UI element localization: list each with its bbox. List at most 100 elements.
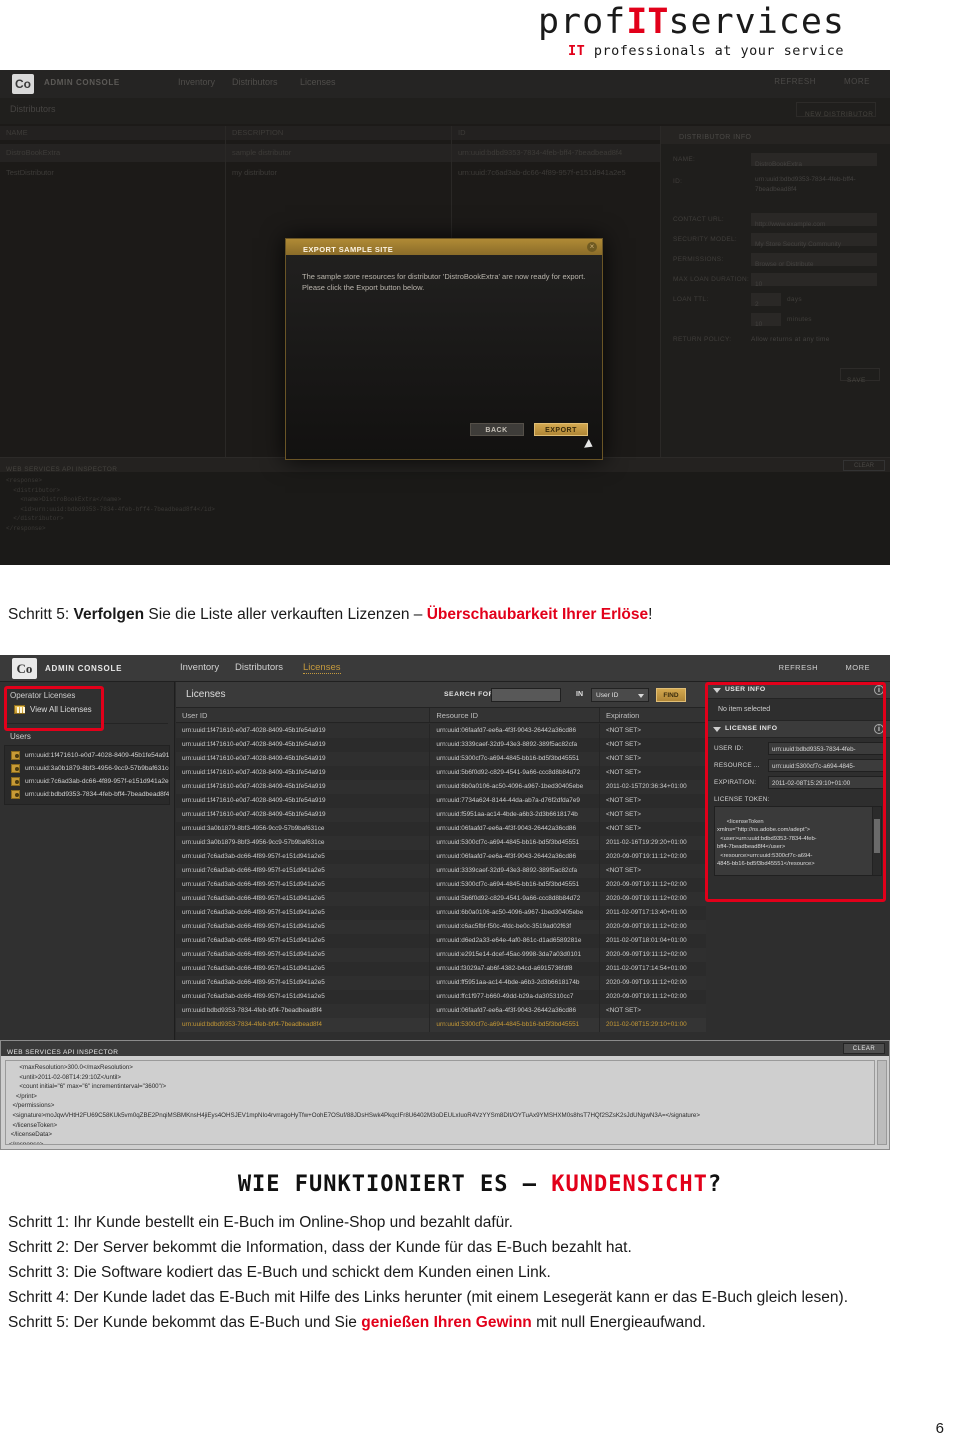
table-row[interactable]: urn:uuid:7c6ad3ab-dc66-4f89-957f-e151d94…: [176, 976, 706, 990]
th-resource-id[interactable]: Resource ID: [430, 708, 600, 722]
table-row[interactable]: urn:uuid:7c6ad3ab-dc66-4f89-957f-e151d94…: [176, 864, 706, 878]
cell-user-id: urn:uuid:1f471610-e0d7-4028-8409-45b1fe5…: [176, 752, 431, 766]
s1-table-row[interactable]: TestDistributor my distributor urn:uuid:…: [0, 164, 660, 182]
s2-inspector-title: WEB SERVICES API INSPECTOR: [7, 1049, 119, 1056]
table-row[interactable]: urn:uuid:bdbd9353-7834-4feb-bff4-7beadbe…: [176, 1004, 706, 1018]
info-icon[interactable]: i: [874, 685, 884, 695]
s1-refresh-button[interactable]: REFRESH: [774, 77, 816, 86]
caption-bold: Verfolgen: [73, 606, 145, 623]
find-button[interactable]: FIND: [656, 688, 686, 702]
list-item[interactable]: urn:uuid:1f471610-e0d7-4028-8409-45b1fe5…: [5, 749, 169, 762]
search-input[interactable]: [491, 688, 561, 702]
sidebar-item-view-all-licenses[interactable]: View All Licenses: [0, 700, 174, 714]
field-value-user-id[interactable]: urn:uuid:bdbd9353-7834-4feb-: [768, 742, 884, 755]
s1-panel-header[interactable]: DISTRIBUTOR INFO: [661, 126, 890, 144]
list-item[interactable]: urn:uuid:7c6ad3ab-dc66-4f89-957f-e151d94…: [5, 775, 169, 788]
s1-field-value: 2: [755, 301, 759, 308]
cell-resource-id: urn:uuid:5b6f0d92-c829-4541-9a66-ccc8d8b…: [430, 766, 600, 780]
s1-divider: [225, 126, 226, 506]
s1-field-unit-days: days: [787, 296, 802, 303]
table-row[interactable]: urn:uuid:7c6ad3ab-dc66-4f89-957f-e151d94…: [176, 934, 706, 948]
page-number: 6: [935, 1420, 944, 1437]
close-icon[interactable]: ×: [587, 242, 597, 252]
table-row[interactable]: urn:uuid:1f471610-e0d7-4028-8409-45b1fe5…: [176, 766, 706, 780]
cell-user-id: urn:uuid:7c6ad3ab-dc66-4f89-957f-e151d94…: [176, 920, 431, 934]
cell-expiration: 2011-02-08T15:29:10+01:00: [605, 1021, 687, 1028]
table-row[interactable]: urn:uuid:7c6ad3ab-dc66-4f89-957f-e151d94…: [176, 892, 706, 906]
table-row[interactable]: urn:uuid:7c6ad3ab-dc66-4f89-957f-e151d94…: [176, 948, 706, 962]
sidebar-users-list: urn:uuid:1f471610-e0d7-4028-8409-45b1fe5…: [4, 745, 170, 805]
s1-field-max-loan[interactable]: 10: [751, 273, 877, 288]
section-title-post: ?: [707, 1172, 723, 1197]
s1-field-name[interactable]: DistroBookExtra: [751, 153, 877, 168]
user-info-header[interactable]: USER INFO i: [706, 682, 890, 699]
field-value-expiration[interactable]: 2011-02-08T15:29:10+01:00: [768, 776, 884, 789]
field-value-resource-id[interactable]: urn:uuid:5300cf7c-a694-4845-: [768, 759, 884, 772]
table-row[interactable]: urn:uuid:7c6ad3ab-dc66-4f89-957f-e151d94…: [176, 906, 706, 920]
s2-inspector-clear-button[interactable]: CLEAR: [843, 1043, 885, 1054]
cell-resource-id: urn:uuid:ffc1f977-b660-49dd-b29a-da30531…: [430, 990, 600, 1004]
s1-nav-inventory[interactable]: Inventory: [178, 77, 215, 87]
cell-resource-id: urn:uuid:06faafd7-ee6a-4f3f-9043-26442a3…: [430, 1004, 600, 1018]
s1-inspector-clear-button[interactable]: CLEAR: [843, 460, 885, 471]
s1-field-loan-ttl-minutes[interactable]: 10: [751, 313, 781, 328]
s2-nav-inventory[interactable]: Inventory: [180, 662, 219, 673]
dialog-message: The sample store resources for distribut…: [302, 272, 586, 292]
license-token-box[interactable]: <licenseToken xmlns="http://ns.adobe.com…: [714, 806, 882, 876]
s1-table-row[interactable]: DistroBookExtra sample distributor urn:u…: [0, 144, 660, 162]
list-item[interactable]: urn:uuid:bdbd9353-7834-4feb-bff4-7beadbe…: [5, 788, 169, 801]
table-row[interactable]: urn:uuid:1f471610-e0d7-4028-8409-45b1fe5…: [176, 752, 706, 766]
back-button[interactable]: BACK: [469, 423, 524, 436]
table-row[interactable]: urn:uuid:7c6ad3ab-dc66-4f89-957f-e151d94…: [176, 850, 706, 864]
s2-inspector-scrollbar[interactable]: [877, 1060, 887, 1145]
s1-field-security-model[interactable]: My Store Security Community: [751, 233, 877, 248]
s1-field-loan-ttl-days[interactable]: 2: [751, 293, 781, 308]
table-row[interactable]: urn:uuid:7c6ad3ab-dc66-4f89-957f-e151d94…: [176, 920, 706, 934]
table-row[interactable]: urn:uuid:1f471610-e0d7-4028-8409-45b1fe5…: [176, 794, 706, 808]
table-row[interactable]: urn:uuid:1f471610-e0d7-4028-8409-45b1fe5…: [176, 724, 706, 738]
cell-resource-id: urn:uuid:d6ed2a33-e64e-4af0-861c-d1ad658…: [430, 934, 600, 948]
s2-refresh-button[interactable]: REFRESH: [779, 663, 818, 672]
s1-subheader: [0, 98, 890, 124]
s1-field-return-policy: Allow returns at any time: [751, 336, 830, 343]
list-item[interactable]: urn:uuid:3a0b1879-8bf3-4956-9cc9-57b9baf…: [5, 762, 169, 775]
s1-api-inspector: WEB SERVICES API INSPECTOR CLEAR <respon…: [0, 457, 890, 565]
s1-more-button[interactable]: MORE: [844, 77, 870, 86]
field-label: USER ID:: [714, 745, 744, 752]
table-row[interactable]: urn:uuid:7c6ad3ab-dc66-4f89-957f-e151d94…: [176, 878, 706, 892]
cell-resource-id: urn:uuid:c6ac5fbf-f50c-4fdc-be0c-3519ad0…: [430, 920, 600, 934]
s2-nav-distributors[interactable]: Distributors: [235, 662, 283, 673]
table-row[interactable]: urn:uuid:bdbd9353-7834-4feb-bff4-7beadbe…: [176, 1018, 706, 1032]
s1-field-contact-url[interactable]: http://www.example.com: [751, 213, 877, 228]
cell-user-id: urn:uuid:1f471610-e0d7-4028-8409-45b1fe5…: [176, 724, 431, 738]
cell-resource-id: urn:uuid:6b0a0106-ac50-4096-a967-1bed304…: [430, 906, 600, 920]
scrollbar[interactable]: [872, 807, 881, 875]
license-info-header[interactable]: LICENSE INFO i: [706, 721, 890, 738]
cell-resource-id: urn:uuid:5300cf7c-a694-4845-bb16-bd5f3bd…: [430, 836, 600, 850]
table-row[interactable]: urn:uuid:7c6ad3ab-dc66-4f89-957f-e151d94…: [176, 990, 706, 1004]
s1-field-permissions[interactable]: Browse or Distribute: [751, 253, 877, 268]
s1-page-title: Distributors: [10, 104, 56, 114]
table-row[interactable]: urn:uuid:1f471610-e0d7-4028-8409-45b1fe5…: [176, 738, 706, 752]
search-field-select[interactable]: User ID: [591, 688, 649, 702]
export-button[interactable]: EXPORT: [534, 423, 588, 436]
s1-save-button[interactable]: SAVE: [840, 368, 880, 384]
sidebar-section-users: Users: [10, 732, 31, 741]
table-row[interactable]: urn:uuid:3a0b1879-8bf3-4956-9cc9-57b9baf…: [176, 836, 706, 850]
table-row[interactable]: urn:uuid:3a0b1879-8bf3-4956-9cc9-57b9baf…: [176, 822, 706, 836]
table-row[interactable]: urn:uuid:7c6ad3ab-dc66-4f89-957f-e151d94…: [176, 962, 706, 976]
table-row[interactable]: urn:uuid:1f471610-e0d7-4028-8409-45b1fe5…: [176, 780, 706, 794]
s2-more-button[interactable]: MORE: [846, 663, 871, 672]
s1-nav-distributors[interactable]: Distributors: [232, 77, 278, 87]
cell-expiration: 2020-09-09T19:11:12+02:00: [605, 951, 687, 958]
info-icon[interactable]: i: [874, 724, 884, 734]
th-user-id[interactable]: User ID: [176, 708, 431, 722]
step-text-pre: Schritt 4: Der Kunde ladet das E-Buch mi…: [8, 1289, 848, 1306]
table-row[interactable]: urn:uuid:1f471610-e0d7-4028-8409-45b1fe5…: [176, 808, 706, 822]
s2-nav-licenses[interactable]: Licenses: [303, 662, 341, 674]
th-expiration[interactable]: Expiration: [600, 708, 706, 722]
s1-new-distributor-button[interactable]: NEW DISTRIBUTOR: [796, 102, 876, 118]
cell-resource-id: urn:uuid:6b0a0106-ac50-4096-a967-1bed304…: [430, 780, 600, 794]
s1-nav-licenses[interactable]: Licenses: [300, 77, 336, 87]
scrollbar-thumb[interactable]: [874, 819, 880, 853]
